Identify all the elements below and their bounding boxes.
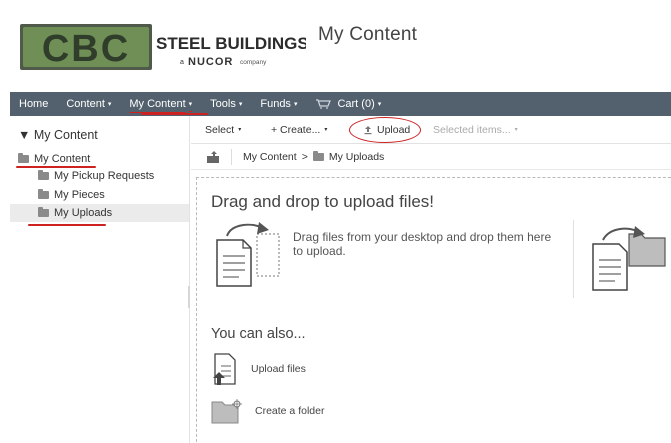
logo-mark: CBC	[42, 28, 130, 70]
breadcrumb-root[interactable]: My Content	[243, 151, 297, 163]
drop-instructions: Drag files from your desktop and drop th…	[293, 230, 552, 258]
create-menu[interactable]: + Create... ▾	[271, 124, 327, 136]
sidebar-item-label: My Pickup Requests	[54, 170, 155, 182]
nav-my-content-label: My Content	[129, 98, 186, 110]
drop-title: Drag and drop to upload files!	[211, 192, 435, 211]
caret-down-icon: ▾	[324, 127, 328, 133]
nav-home[interactable]: Home	[10, 92, 57, 116]
cart-icon	[316, 99, 332, 109]
drop-divider	[573, 220, 574, 298]
drag-document-icon	[216, 222, 280, 287]
folder-up-icon[interactable]	[207, 151, 219, 163]
annotation-circle-upload	[349, 117, 421, 143]
drop-zone[interactable]: Drag and drop to upload files! Drag file…	[196, 177, 671, 443]
new-folder-icon	[211, 399, 242, 424]
annotation-underline-sidebar-root	[16, 166, 96, 168]
upload-files-link[interactable]: Upload files	[211, 352, 306, 386]
folder-icon	[38, 207, 49, 217]
breadcrumb: My Content > My Uploads	[243, 144, 384, 170]
cbc-logo[interactable]: CBC STEEL BUILDINGS a NUCOR company	[18, 20, 306, 76]
sidebar-resize-handle[interactable]	[188, 286, 190, 308]
create-folder-link[interactable]: Create a folder	[211, 398, 324, 424]
folder-icon	[312, 151, 324, 161]
caret-down-icon: ▾	[188, 101, 193, 108]
header: CBC STEEL BUILDINGS a NUCOR company My C…	[0, 0, 671, 92]
select-menu[interactable]: Select ▾	[205, 124, 241, 136]
sidebar-item-label: My Pieces	[54, 189, 105, 201]
breadcrumb-separator: >	[301, 151, 308, 163]
sidebar-item-uploads[interactable]: My Uploads	[10, 204, 189, 222]
nav-cart[interactable]: Cart (0) ▾	[306, 92, 390, 116]
create-folder-label: Create a folder	[255, 405, 325, 417]
annotation-underline-nav	[141, 113, 208, 115]
breadcrumb-current: My Uploads	[328, 151, 385, 163]
caret-down-icon: ▾	[238, 101, 243, 108]
sidebar-item-label: My Content	[34, 153, 91, 165]
main-nav: Home Content ▾ My Content ▾ Tools ▾ Funds ▾ …	[10, 92, 671, 116]
logo-line1: STEEL BUILDINGS	[156, 34, 306, 53]
caret-down-icon: ▾	[514, 127, 518, 133]
caret-down-icon: ▾	[377, 101, 382, 108]
nav-content-label: Content	[66, 98, 105, 110]
nav-cart-label: Cart (0)	[337, 98, 375, 110]
folder-icon	[38, 170, 49, 180]
selected-items-label: Selected items...	[433, 123, 511, 136]
toolbar: Select ▾ + Create... ▾ Upload Selected ite…	[191, 116, 671, 144]
select-label: Select	[205, 123, 235, 136]
logo-brand: NUCOR	[188, 56, 233, 68]
logo-line2-prefix: a	[180, 59, 184, 66]
create-label: + Create...	[271, 123, 321, 136]
folder-icon	[38, 189, 49, 199]
folder-icon	[18, 153, 29, 163]
annotation-underline-sidebar-uploads	[28, 224, 106, 226]
breadcrumb-bar: My Content > My Uploads	[191, 144, 671, 170]
page-title: My Content	[318, 24, 418, 45]
logo-line2-suffix: company	[240, 59, 267, 66]
nav-home-label: Home	[19, 98, 49, 110]
nav-tools-label: Tools	[210, 98, 236, 110]
folder-drop-icon	[592, 226, 666, 291]
nav-funds[interactable]: Funds ▾	[251, 92, 306, 116]
sidebar-title[interactable]: ▼ My Content	[18, 128, 98, 142]
nav-funds-label: Funds	[260, 98, 291, 110]
nav-content[interactable]: Content ▾	[57, 92, 120, 116]
caret-down-icon: ▾	[238, 127, 242, 133]
sidebar-item-pieces[interactable]: My Pieces	[38, 186, 105, 204]
caret-down-icon: ▾	[107, 101, 112, 108]
sidebar-item-label: My Uploads	[54, 207, 113, 219]
sidebar-item-pickup-requests[interactable]: My Pickup Requests	[38, 167, 154, 185]
nav-tools[interactable]: Tools ▾	[201, 92, 251, 116]
caret-down-icon: ▾	[293, 101, 298, 108]
upload-file-icon	[213, 353, 236, 385]
upload-files-label: Upload files	[251, 363, 306, 375]
breadcrumb-divider	[231, 149, 232, 165]
selected-items-menu[interactable]: Selected items... ▾	[433, 124, 518, 136]
also-title: You can also...	[211, 326, 306, 342]
